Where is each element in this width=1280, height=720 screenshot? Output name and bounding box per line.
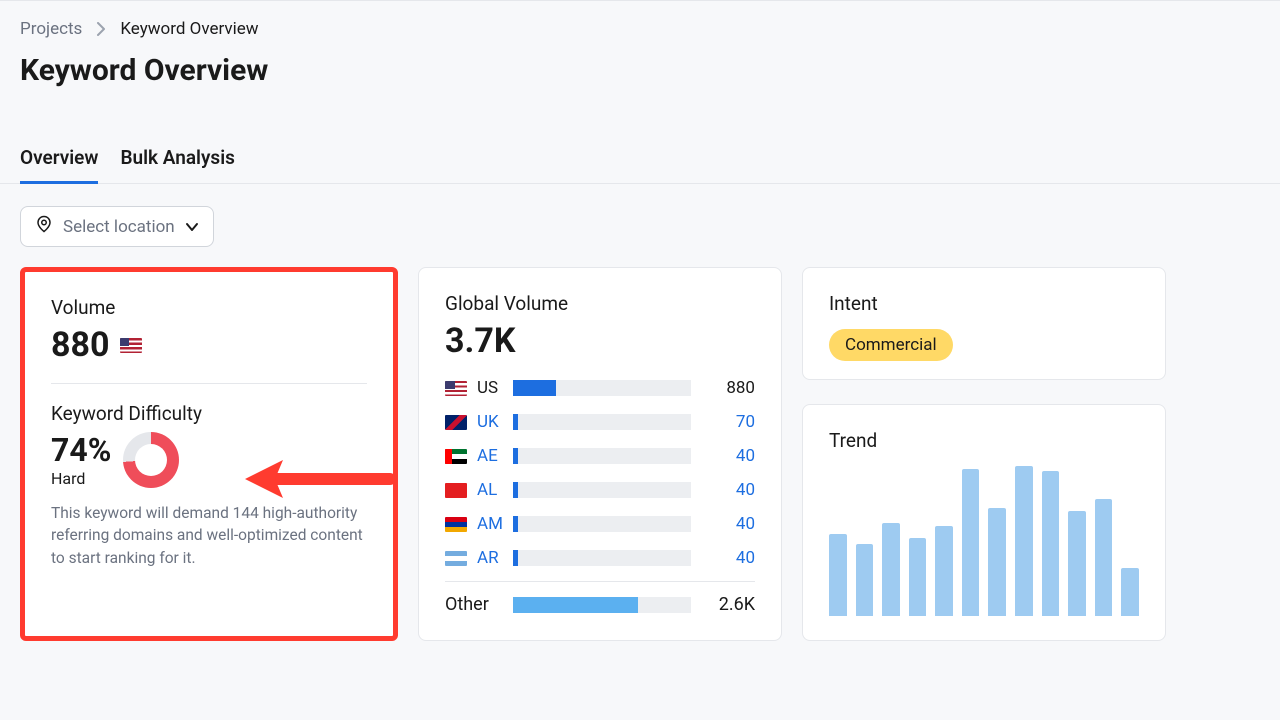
country-value: 40 [701,446,755,466]
country-row-al[interactable]: AL 40 [445,473,755,507]
kd-percent: 74% [51,431,111,469]
volume-value: 880 [51,325,110,365]
country-row-ar[interactable]: AR 40 [445,541,755,575]
bar-track [513,550,691,566]
flag-us-icon [445,381,467,396]
trend-bar [935,526,953,616]
country-code: AR [477,548,503,568]
country-value: 40 [701,480,755,500]
country-code: AM [477,514,503,534]
country-value: 880 [701,378,755,398]
trend-bar [909,538,927,616]
trend-bar [1095,499,1113,616]
breadcrumb-root[interactable]: Projects [20,19,82,39]
country-code: UK [477,412,503,432]
country-code: AL [477,480,503,500]
chevron-down-icon [185,217,199,237]
trend-bar [962,469,980,616]
page-title: Keyword Overview [20,53,1260,88]
intent-heading: Intent [829,292,1139,315]
select-location-label: Select location [63,217,175,237]
country-code: US [477,378,503,398]
kd-heading: Keyword Difficulty [51,402,367,425]
kd-donut-chart [123,432,179,488]
trend-bar [1068,511,1086,616]
flag-ae-icon [445,449,467,464]
country-value: 40 [701,514,755,534]
divider [51,383,367,384]
country-row-ae[interactable]: AE 40 [445,439,755,473]
country-row-am[interactable]: AM 40 [445,507,755,541]
trend-bar [882,523,900,616]
breadcrumb-current: Keyword Overview [120,19,258,39]
trend-bar [1121,568,1139,616]
trend-bar [1042,471,1060,617]
bar-track [513,516,691,532]
country-value: 40 [701,548,755,568]
kd-description: This keyword will demand 144 high-author… [51,502,367,569]
tab-overview[interactable]: Overview [20,138,98,184]
trend-bar [1015,466,1033,616]
bar-track [513,414,691,430]
annotation-arrow-icon [235,454,395,508]
global-volume-card: Global Volume 3.7K US 880 UK 70 AE 40 [418,267,782,641]
volume-card: Volume 880 Keyword Difficulty 74% Hard T… [20,267,398,641]
bar-track [513,380,691,396]
bar-track [513,482,691,498]
country-value: 70 [701,412,755,432]
kd-label: Hard [51,469,111,488]
other-label: Other [445,594,503,615]
select-location-dropdown[interactable]: Select location [20,206,214,247]
country-row-other[interactable]: Other 2.6K [445,581,755,615]
country-row-uk[interactable]: UK 70 [445,405,755,439]
trend-bar [829,534,847,617]
trend-bar [856,544,874,616]
trend-chart [829,466,1139,616]
chevron-right-icon [96,22,106,36]
trend-heading: Trend [829,429,1139,452]
location-pin-icon [35,215,53,238]
global-volume-heading: Global Volume [445,292,755,315]
tab-bulk-analysis[interactable]: Bulk Analysis [120,138,234,184]
country-row-us[interactable]: US 880 [445,371,755,405]
tabs: Overview Bulk Analysis [0,138,1280,184]
flag-ar-icon [445,551,467,566]
bar-track [513,597,691,613]
intent-badge[interactable]: Commercial [829,329,953,361]
volume-heading: Volume [51,296,367,319]
flag-uk-icon [445,415,467,430]
global-volume-value: 3.7K [445,321,755,361]
country-code: AE [477,446,503,466]
trend-bar [988,508,1006,616]
flag-us-icon [120,338,142,353]
breadcrumb: Projects Keyword Overview [20,19,1260,39]
trend-card: Trend [802,404,1166,641]
intent-card: Intent Commercial [802,267,1166,380]
other-value: 2.6K [701,594,755,615]
flag-am-icon [445,517,467,532]
bar-track [513,448,691,464]
flag-al-icon [445,483,467,498]
